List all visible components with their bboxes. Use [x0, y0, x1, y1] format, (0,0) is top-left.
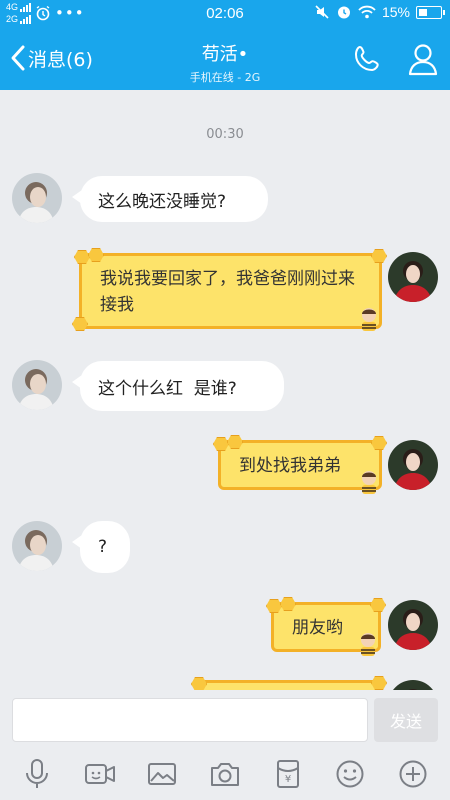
battery-percent: 15%	[381, 4, 410, 20]
my-avatar[interactable]	[388, 680, 438, 690]
contact-online-status: 手机在线 - 2G	[189, 71, 261, 84]
contact-name: 苟活•	[201, 44, 249, 65]
chat-header: 消息(6) 苟活• 手机在线 - 2G	[0, 28, 450, 90]
honeycomb-decoration	[227, 435, 243, 449]
image-icon	[148, 763, 177, 785]
contact-avatar[interactable]	[12, 521, 62, 571]
camera-icon	[210, 763, 239, 786]
profile-button[interactable]	[408, 42, 438, 80]
message-bubble-outgoing-partial[interactable]	[191, 676, 387, 690]
mute-icon	[315, 5, 329, 19]
message-bubble-incoming[interactable]: 这个什么红 是谁?	[72, 361, 284, 411]
camera-button[interactable]	[205, 754, 245, 794]
honeycomb-decoration	[371, 676, 387, 690]
message-input[interactable]	[12, 698, 368, 742]
message-text: ?	[98, 537, 108, 557]
alarm-icon	[337, 6, 350, 19]
video-icon	[84, 764, 115, 784]
battery-icon	[416, 5, 445, 19]
send-button[interactable]: 发送	[374, 698, 438, 742]
honeycomb-decoration	[280, 597, 296, 611]
plus-icon	[399, 760, 427, 788]
phone-icon	[354, 45, 379, 72]
contact-title[interactable]: 苟活• 手机在线 - 2G	[0, 40, 450, 85]
my-avatar[interactable]	[388, 600, 438, 650]
red-packet-button[interactable]: ¥	[268, 754, 308, 794]
honeycomb-decoration	[72, 317, 88, 331]
status-bar: 4G 2G ••• 02:06 15%	[0, 0, 450, 28]
wifi-icon	[358, 5, 376, 19]
bee-sticker-icon	[362, 308, 376, 331]
voice-button[interactable]	[17, 754, 57, 794]
honeycomb-decoration	[191, 677, 207, 690]
contact-avatar[interactable]	[12, 360, 62, 410]
emoji-button[interactable]	[330, 754, 370, 794]
message-bubble-outgoing[interactable]: 我说我要回家了，我爸爸刚刚过来接我	[72, 248, 387, 331]
my-avatar[interactable]	[388, 440, 438, 490]
honeycomb-decoration	[74, 250, 90, 264]
message-text: 朋友哟	[292, 618, 343, 638]
message-text: 这么晚还没睡觉?	[98, 191, 227, 212]
message-bubble-outgoing[interactable]: 朋友哟	[266, 597, 386, 656]
svg-text:¥: ¥	[284, 774, 290, 785]
contact-avatar[interactable]	[12, 173, 62, 223]
honeycomb-decoration	[213, 437, 229, 451]
honeycomb-decoration	[266, 599, 282, 613]
honeycomb-decoration	[370, 598, 386, 612]
message-timestamp: 00:30	[206, 127, 244, 142]
emoji-icon	[336, 760, 364, 788]
message-text: 到处找我弟弟	[239, 456, 341, 476]
my-avatar[interactable]	[388, 252, 438, 302]
honeycomb-decoration	[371, 436, 387, 450]
call-button[interactable]	[352, 44, 382, 78]
message-bubble-incoming[interactable]: ?	[72, 521, 130, 573]
message-bubble-incoming[interactable]: 这么晚还没睡觉?	[72, 176, 268, 222]
person-icon	[408, 44, 438, 76]
status-right: 15%	[314, 4, 445, 20]
video-call-button[interactable]	[80, 754, 120, 794]
honeycomb-decoration	[371, 249, 387, 263]
composer: 发送	[0, 690, 450, 748]
microphone-icon	[26, 759, 49, 788]
more-options-button[interactable]	[393, 754, 433, 794]
bee-sticker-icon	[362, 471, 376, 494]
image-button[interactable]	[142, 754, 182, 794]
message-bubble-outgoing[interactable]: 到处找我弟弟	[213, 435, 387, 494]
message-list[interactable]: 00:30 这么晚还没睡觉? 我说我要回家了，我爸爸刚刚过来接我 这个什么红 是…	[0, 90, 450, 690]
red-packet-icon: ¥	[276, 760, 299, 788]
message-text: 我说我要回家了，我爸爸刚刚过来接我	[100, 269, 355, 315]
bee-sticker-icon	[361, 633, 375, 656]
honeycomb-decoration	[88, 248, 104, 262]
composer-toolbar: ¥	[0, 748, 450, 800]
message-text: 这个什么红 是谁?	[98, 378, 237, 399]
